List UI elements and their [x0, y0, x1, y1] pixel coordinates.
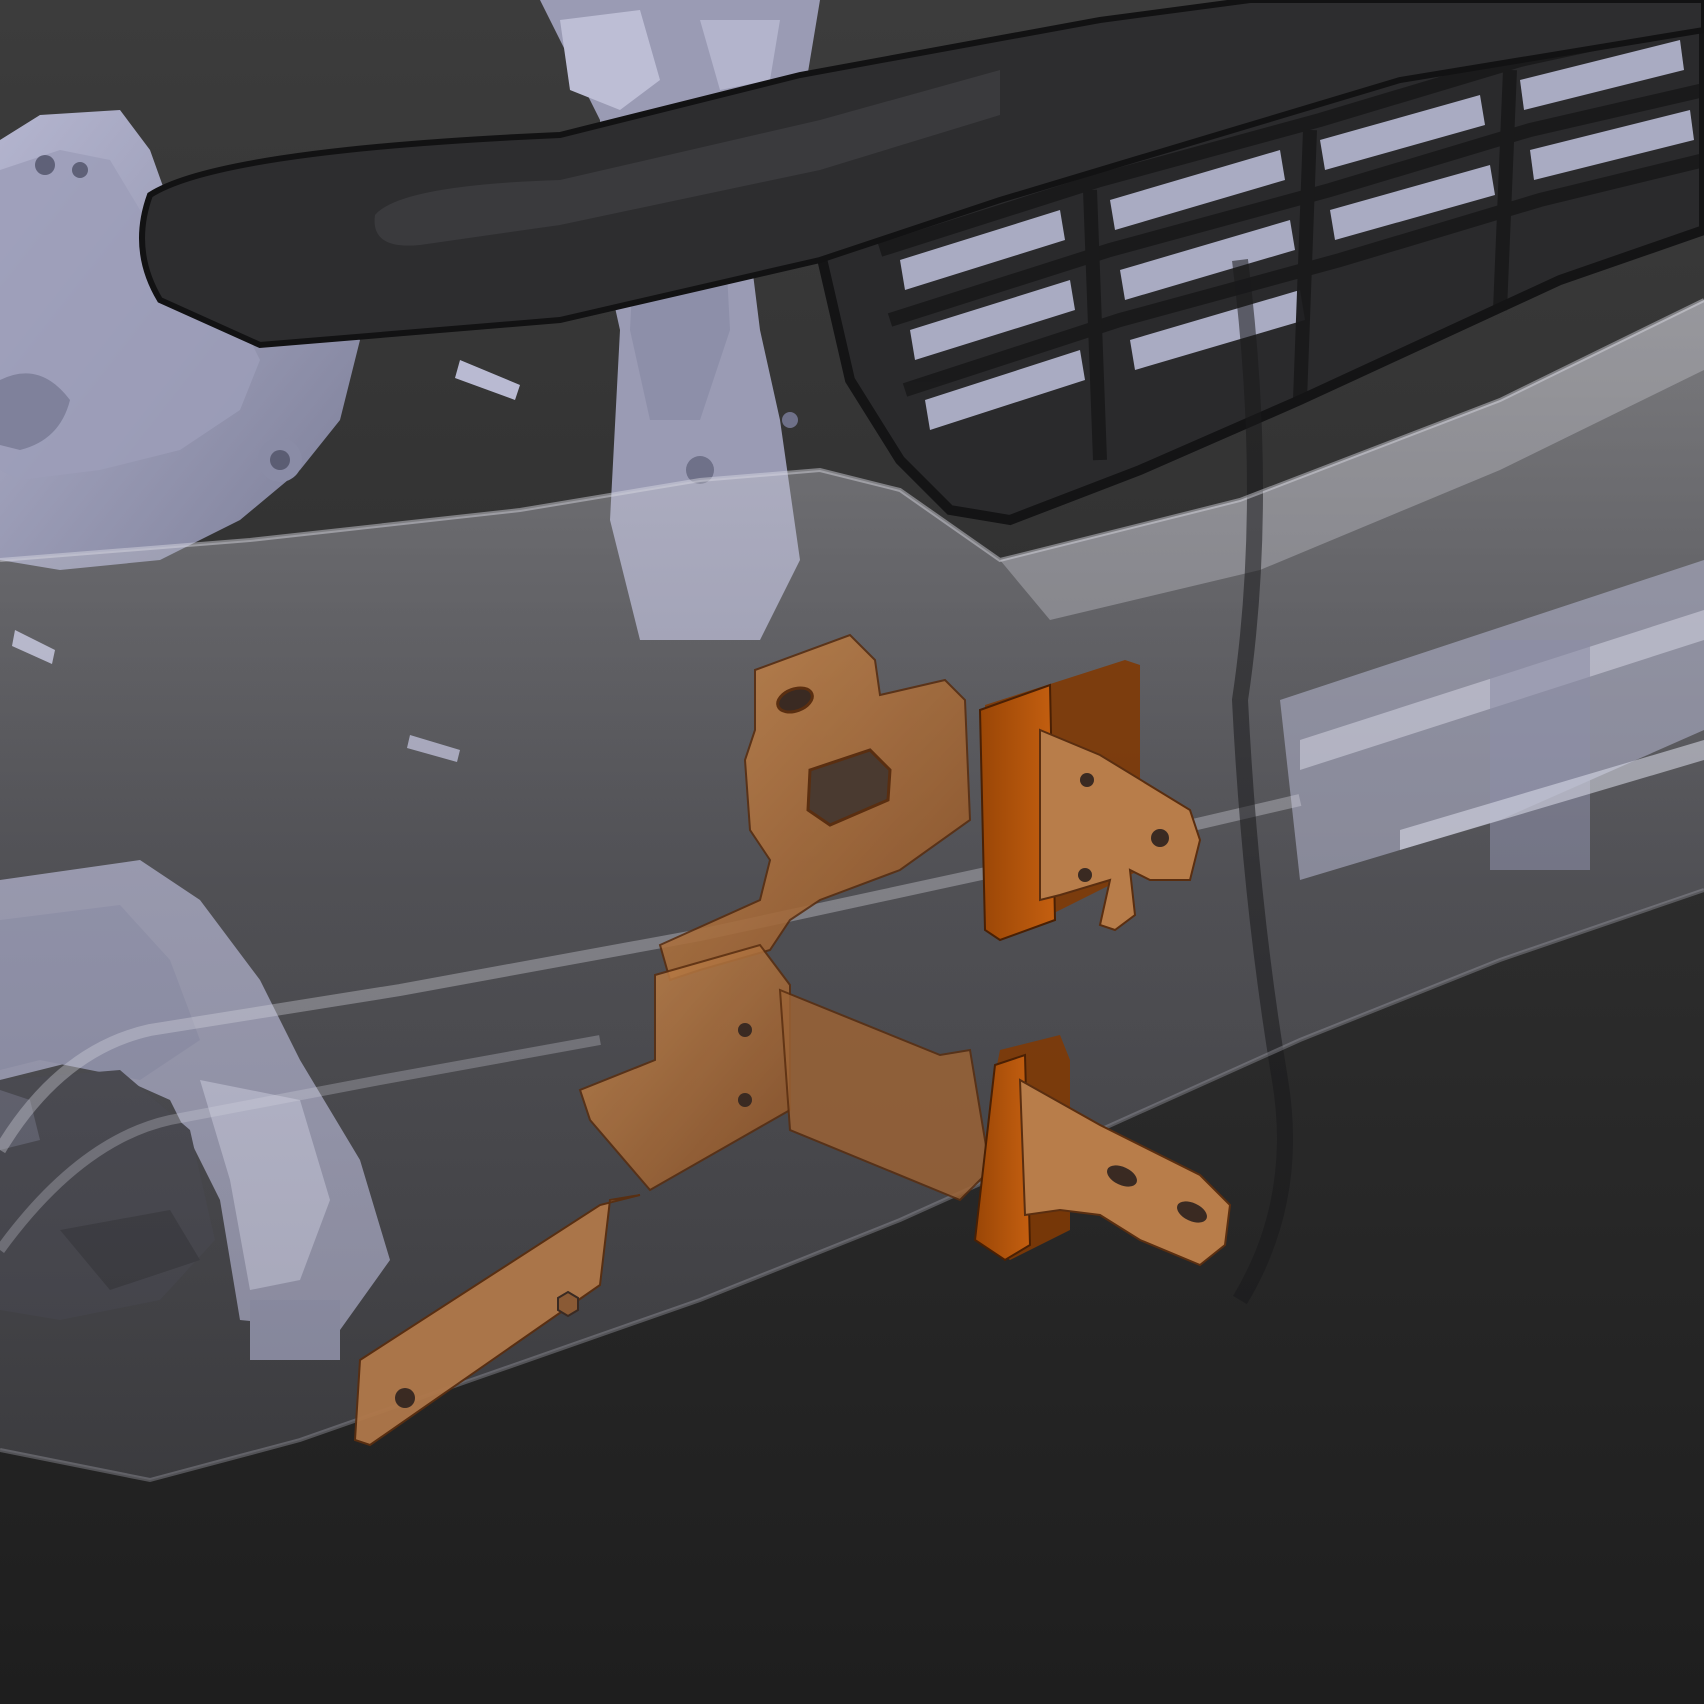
bolt-hole [738, 1023, 752, 1037]
cad-viewport[interactable] [0, 0, 1704, 1704]
bolt-hole [1078, 868, 1092, 882]
hex-nut [557, 1290, 579, 1318]
bolt-hole [738, 1093, 752, 1107]
bolt-hole [1151, 829, 1169, 847]
bolt-hole [395, 1388, 415, 1408]
bolt-hole [1080, 773, 1094, 787]
cad-scene [0, 0, 1704, 1704]
